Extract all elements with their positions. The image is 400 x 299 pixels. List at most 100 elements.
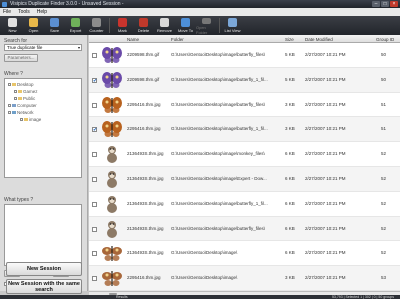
table-row[interactable]: 2136493S.thm.jpg G:\Users\Gentoo\Desktop\…: [89, 142, 400, 167]
cell-size: 6 KB: [285, 176, 295, 181]
column-header-date[interactable]: Date Modified: [305, 37, 333, 42]
toolbar-label: Delete: [137, 28, 150, 33]
list-view-icon: [228, 18, 237, 27]
parameters-button[interactable]: Parameters...: [4, 54, 38, 62]
row-checkbox[interactable]: [92, 177, 97, 182]
toolbar-separator: [219, 18, 220, 33]
file-types-list[interactable]: [4, 204, 82, 266]
toolbar-button-mark[interactable]: Mark: [112, 16, 133, 35]
row-checkbox[interactable]: [92, 102, 97, 108]
toolbar-button-list-view[interactable]: List View: [222, 16, 243, 35]
checkbox-icon[interactable]: [20, 118, 23, 122]
new-icon: [8, 18, 17, 27]
search-type-select[interactable]: True duplicate file ▾: [4, 44, 82, 51]
butterfly-purple-thumbnail[interactable]: [101, 45, 123, 65]
moth-thumbnail[interactable]: [101, 268, 123, 288]
checkbox-icon[interactable]: [14, 90, 17, 94]
column-header-folder[interactable]: Folder: [171, 37, 184, 42]
close-button[interactable]: ×: [390, 1, 398, 7]
row-checkbox[interactable]: [92, 152, 97, 158]
table-row[interactable]: 2209598.thm.gif G:\Users\Gentoo\Desktop\i…: [89, 43, 400, 68]
results-tab[interactable]: Results: [116, 295, 128, 299]
cell-group: 53: [381, 275, 387, 281]
row-checkbox[interactable]: [92, 226, 97, 232]
checkbox-icon[interactable]: [14, 97, 17, 101]
minimize-button[interactable]: –: [372, 1, 380, 7]
monkey-thumbnail[interactable]: [101, 144, 123, 164]
toolbar-button-open[interactable]: Open: [23, 16, 44, 35]
table-row[interactable]: ✔ 2209598.thm.gif G:\Users\Gentoo\Desktop\…: [89, 67, 400, 93]
table-row[interactable]: 2136493S.thm.jpg G:\Users\Gentoo\Desktop\…: [89, 192, 400, 217]
table-row[interactable]: 2136493S.thm.jpg G:\Users\Gentoo\Desktop\…: [89, 167, 400, 192]
status-bar: Results 53,793 | Selected 1 | 302 | 0 | …: [0, 295, 400, 299]
new-session-button[interactable]: New Session: [6, 262, 82, 276]
counter-icon: [92, 18, 101, 27]
checkbox-icon[interactable]: [8, 83, 11, 87]
table-header: Name Folder Size Date Modified Group ID: [89, 35, 400, 43]
toolbar-label: Mark: [118, 28, 127, 33]
toolbar-button-remove[interactable]: Remove: [154, 16, 175, 35]
new-session-same-search-button[interactable]: New Session with the same search: [6, 279, 82, 294]
column-header-name[interactable]: Name: [127, 37, 139, 42]
row-checkbox[interactable]: ✔: [92, 77, 97, 83]
move-icon: [181, 18, 190, 27]
cell-name: 2209598.thm.gif: [127, 76, 160, 82]
moth-thumbnail[interactable]: [101, 243, 123, 263]
table-row[interactable]: 2136493S.thm.jpg G:\Users\Gentoo\Desktop\…: [89, 241, 400, 267]
toolbar-button-export[interactable]: Export: [65, 16, 86, 35]
column-header-size[interactable]: Size: [285, 37, 294, 42]
column-header-group[interactable]: Group ID: [376, 37, 394, 42]
butterfly-purple-thumbnail[interactable]: [101, 70, 123, 90]
tree-item-desktop[interactable]: Desktop: [8, 82, 34, 87]
menu-tools[interactable]: Tools: [18, 9, 30, 15]
maximize-button[interactable]: □: [381, 1, 389, 7]
table-row[interactable]: 2136493S.thm.jpg G:\Users\Gentoo\Desktop\…: [89, 216, 400, 242]
cell-name: 2295416.thm.jpg: [127, 126, 161, 132]
cell-size: 5 KB: [285, 52, 295, 57]
cell-name: 2295416.thm.jpg: [127, 101, 161, 107]
tree-item-computer[interactable]: Computer: [8, 103, 37, 108]
cell-date: 2/27/2007 10:21 PM: [305, 200, 346, 206]
toolbar-label: Remove: [157, 28, 172, 33]
window-title: Visipics Duplicate Finder 3.0.0 - Unsave…: [10, 1, 124, 7]
cell-name: 2295416.thm.jpg: [127, 275, 161, 281]
monkey-thumbnail[interactable]: [101, 219, 123, 239]
butterfly-orange-thumbnail[interactable]: [101, 119, 123, 139]
toolbar-button-counter[interactable]: Counter: [86, 16, 107, 35]
tree-item-gamez[interactable]: Gamez: [14, 89, 38, 94]
menu-file[interactable]: File: [3, 9, 11, 15]
tree-item-public[interactable]: Public: [14, 96, 35, 101]
row-checkbox[interactable]: [92, 276, 97, 282]
tree-item-network[interactable]: Network: [8, 110, 34, 115]
cell-folder: G:\Users\Gentoo\Desktop\image\butterfly_…: [171, 101, 266, 107]
menu-help[interactable]: Help: [37, 9, 47, 15]
folder-icon: [202, 18, 211, 24]
tree-item-image[interactable]: image: [20, 117, 41, 122]
monkey-thumbnail[interactable]: [101, 194, 123, 214]
checkbox-icon[interactable]: [8, 111, 11, 115]
cell-folder: G:\Users\Gentoo\Desktop\image\butterfly_…: [171, 225, 266, 231]
results-table: Name Folder Size Date Modified Group ID …: [89, 35, 400, 291]
butterfly-orange-thumbnail[interactable]: [101, 95, 123, 115]
monkey-thumbnail[interactable]: [101, 169, 123, 189]
toolbar-button-delete[interactable]: Delete: [133, 16, 154, 35]
open-icon: [29, 18, 38, 27]
toolbar-button-move[interactable]: Move To: [175, 16, 196, 35]
table-row[interactable]: 2295416.thm.jpg G:\Users\Gentoo\Desktop\i…: [89, 93, 400, 118]
toolbar-button-folder[interactable]: Open Folder: [196, 16, 217, 35]
row-checkbox[interactable]: ✔: [92, 127, 97, 133]
toolbar-separator: [109, 18, 110, 33]
checkbox-icon[interactable]: [8, 104, 11, 108]
toolbar-label: Open Folder: [196, 25, 208, 35]
row-checkbox[interactable]: [92, 201, 97, 207]
table-row[interactable]: 2295416.thm.jpg G:\Users\Gentoo\Desktop\i…: [89, 266, 400, 291]
row-checkbox[interactable]: [92, 53, 97, 58]
cell-name: 2136493S.thm.jpg: [127, 200, 164, 206]
table-row[interactable]: ✔ 2295416.thm.jpg G:\Users\Gentoo\Desktop\…: [89, 117, 400, 143]
chevron-down-icon: ▾: [77, 45, 80, 50]
folder-tree[interactable]: Desktop Gamez Public Computer Network im…: [4, 78, 82, 178]
row-checkbox[interactable]: [92, 251, 97, 257]
toolbar-button-new[interactable]: New: [2, 16, 23, 35]
toolbar-button-save[interactable]: Save: [44, 16, 65, 35]
cell-name: 2136493S.thm.jpg: [127, 176, 164, 181]
